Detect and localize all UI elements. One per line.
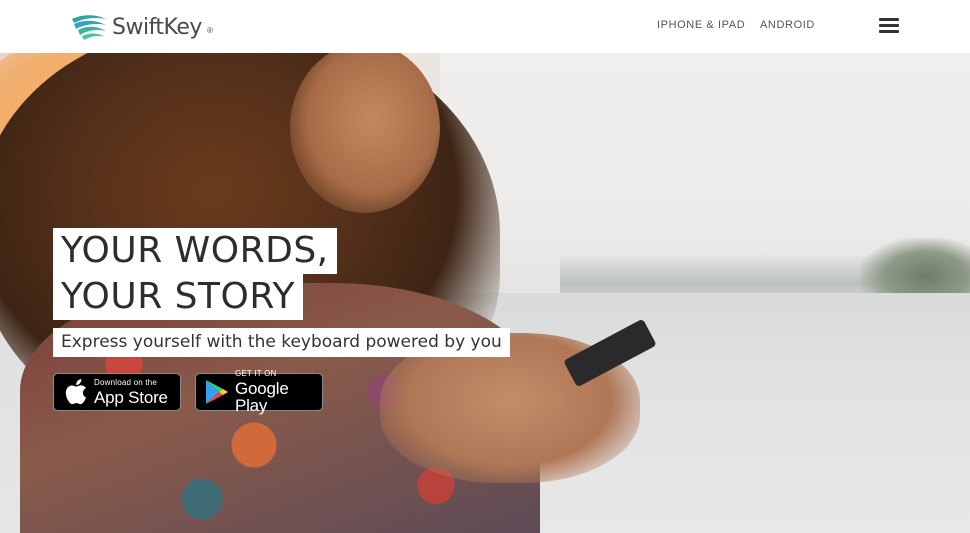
site-header: SwiftKey ® IPHONE & IPAD ANDROID: [0, 0, 970, 53]
apple-icon: [62, 378, 90, 406]
app-store-small-label: Download on the: [94, 377, 158, 387]
registered-mark: ®: [206, 25, 213, 35]
google-play-small-label: GET IT ON: [234, 369, 277, 378]
google-play-icon: [204, 378, 231, 406]
google-play-label: Google Play: [234, 379, 289, 415]
swiftkey-logo-icon: [72, 15, 106, 40]
headline-line-2: YOUR STORY: [53, 274, 304, 320]
swiftkey-logo[interactable]: SwiftKey ®: [70, 12, 213, 42]
app-store-label: App Store: [94, 387, 168, 407]
hero-subtitle: Express yourself with the keyboard power…: [53, 328, 510, 357]
nav-iphone-ipad[interactable]: IPHONE & IPAD: [657, 19, 745, 31]
app-store-text: Download on the App Store: [94, 377, 168, 407]
google-play-button[interactable]: GET IT ON Google Play: [195, 369, 323, 415]
app-store-button[interactable]: Download on the App Store: [53, 373, 181, 411]
nav-android[interactable]: ANDROID: [760, 19, 815, 31]
google-play-text: GET IT ON Google Play: [234, 369, 322, 415]
logo-text: SwiftKey: [112, 14, 202, 40]
headline-line-1: YOUR WORDS,: [53, 228, 337, 274]
hero-trees: [860, 238, 970, 293]
hamburger-menu-icon[interactable]: [879, 18, 899, 34]
